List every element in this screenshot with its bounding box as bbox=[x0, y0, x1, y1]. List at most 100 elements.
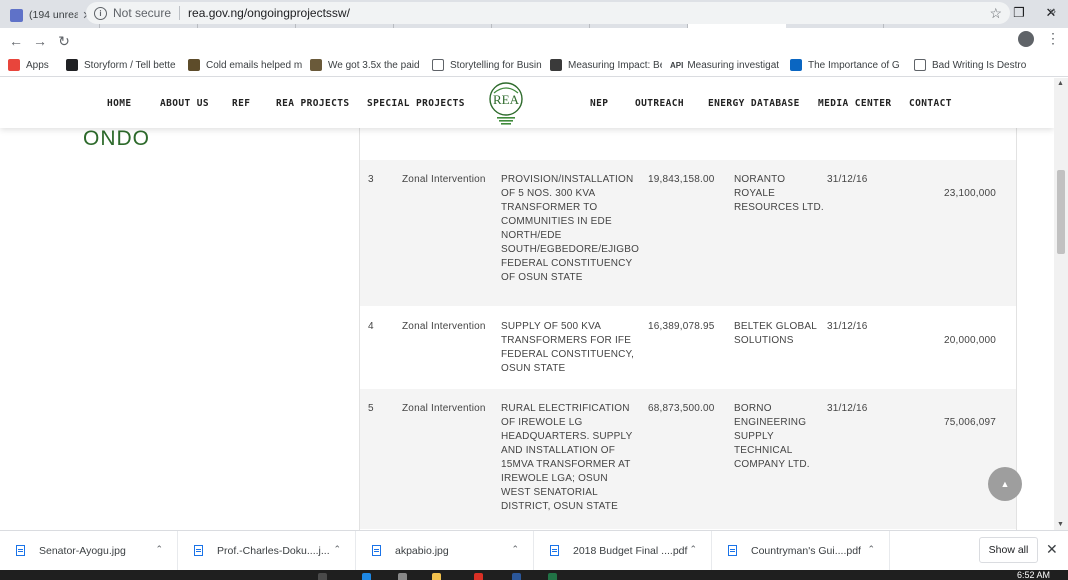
bookmark-label: We got 3.5x the paid bbox=[328, 59, 420, 71]
bookmark-item[interactable]: Measuring Impact: Be bbox=[542, 59, 662, 71]
bookmark-item[interactable]: Storyform / Tell bette bbox=[58, 59, 180, 71]
download-item[interactable]: Senator-Ayogu.jpg ⌃ bbox=[0, 530, 178, 571]
security-label: Not secure bbox=[113, 6, 172, 20]
edge-taskbar-icon[interactable] bbox=[362, 573, 371, 580]
reload-icon[interactable]: ↻ bbox=[52, 29, 76, 53]
menu-kebab-icon[interactable]: ⋮ bbox=[1046, 30, 1060, 47]
bookmark-favicon-icon bbox=[188, 59, 200, 71]
scroll-up-arrow-icon[interactable]: ▲ bbox=[1057, 80, 1064, 87]
table-row: 4 Zonal Intervention SUPPLY OF 500 KVA TRA… bbox=[360, 307, 1016, 389]
scrollbar-thumb[interactable] bbox=[1057, 170, 1065, 254]
chevron-up-icon[interactable]: ⌃ bbox=[333, 544, 341, 555]
bookmark-favicon-icon bbox=[550, 59, 562, 71]
page-viewport: REA HOME ABOUT US REF REA PROJECTS SPECIAL P… bbox=[0, 78, 1054, 530]
os-taskbar: 6:52 AM bbox=[0, 570, 1068, 580]
bookmarks-overflow-icon[interactable]: » bbox=[1049, 4, 1056, 18]
site-nav-link[interactable]: OUTREACH bbox=[635, 98, 684, 109]
bookmark-item[interactable]: Bad Writing Is Destro bbox=[906, 59, 1026, 71]
chevron-up-icon[interactable]: ⌃ bbox=[689, 544, 697, 555]
file-icon bbox=[16, 545, 25, 556]
taskbar-clock[interactable]: 6:52 AM bbox=[1017, 570, 1050, 580]
site-nav-link[interactable]: NEP bbox=[590, 98, 608, 109]
project-description: PROVISION/INSTALLATION OF 5 NOS. 300 KVA… bbox=[501, 174, 640, 283]
bookmark-label: Measuring Impact: Be bbox=[568, 59, 662, 71]
address-bar[interactable]: i Not secure rea.gov.ng/ongoingprojectss… bbox=[86, 2, 1010, 24]
download-filename: Countryman's Gui....pdf bbox=[751, 544, 861, 557]
bookmark-item[interactable]: Cold emails helped m bbox=[180, 59, 302, 71]
bookmark-label: Storytelling for Busin bbox=[450, 59, 542, 71]
download-filename: Prof.-Charles-Doku....j... bbox=[217, 544, 330, 557]
project-description: SUPPLY OF 500 KVA TRANSFORMERS FOR IFE F… bbox=[501, 321, 635, 374]
download-item[interactable]: akpabio.jpg ⌃ bbox=[356, 530, 534, 571]
download-filename: 2018 Budget Final ....pdf bbox=[573, 544, 688, 557]
project-amount: 20,000,000 bbox=[943, 335, 996, 346]
site-nav-link[interactable]: CONTACT bbox=[909, 98, 952, 109]
site-nav-link[interactable]: REA PROJECTS bbox=[276, 98, 349, 109]
bookmark-item[interactable]: The Importance of G bbox=[782, 59, 906, 71]
bookmark-item[interactable]: Storytelling for Busin bbox=[424, 59, 542, 71]
apps-bookmark[interactable]: Apps bbox=[0, 59, 58, 71]
bookmark-item[interactable]: We got 3.5x the paid bbox=[302, 59, 424, 71]
bookmark-favicon-icon bbox=[310, 59, 322, 71]
file-icon bbox=[728, 545, 737, 556]
address-separator bbox=[179, 6, 181, 20]
rea-logo-icon[interactable]: REA bbox=[486, 81, 526, 127]
chevron-up-icon[interactable]: ⌃ bbox=[867, 544, 875, 555]
page-scrollbar[interactable]: ▲ ▼ bbox=[1054, 78, 1068, 530]
search-taskbar-icon[interactable] bbox=[318, 573, 327, 580]
store-taskbar-icon[interactable] bbox=[398, 573, 407, 580]
download-filename: Senator-Ayogu.jpg bbox=[39, 544, 126, 557]
back-icon[interactable]: ← bbox=[4, 29, 28, 53]
bookmark-label: Bad Writing Is Destro bbox=[932, 59, 1026, 71]
project-type: Zonal Intervention bbox=[402, 403, 486, 414]
api-prefix: API bbox=[670, 60, 684, 70]
project-amount: 75,006,097 bbox=[943, 417, 996, 428]
file-icon bbox=[372, 545, 381, 556]
mail-icon bbox=[10, 8, 23, 22]
site-nav-link[interactable]: ABOUT US bbox=[160, 98, 209, 109]
region-heading: ONDO bbox=[83, 127, 150, 150]
info-icon[interactable]: i bbox=[94, 6, 107, 20]
bookmark-item[interactable]: API Measuring investigat bbox=[662, 60, 782, 71]
show-all-downloads-button[interactable]: Show all bbox=[979, 537, 1038, 563]
project-amount: 23,100,000 bbox=[943, 188, 996, 199]
scroll-to-top-button[interactable]: ▲ bbox=[988, 467, 1022, 501]
close-shelf-icon[interactable]: ✕ bbox=[1046, 541, 1058, 558]
scroll-down-arrow-icon[interactable]: ▼ bbox=[1057, 521, 1064, 528]
browser-tab[interactable]: (194 unread)✕ bbox=[0, 2, 100, 28]
bookmark-favicon-icon bbox=[790, 59, 802, 71]
bookmark-label: Cold emails helped m bbox=[206, 59, 302, 71]
downloads-shelf: Senator-Ayogu.jpg ⌃ Prof.-Charles-Doku....… bbox=[0, 530, 1068, 571]
project-serial: 4 bbox=[368, 321, 374, 332]
account-avatar-icon[interactable] bbox=[1018, 31, 1034, 47]
project-date: 31/12/16 bbox=[827, 403, 868, 414]
file-icon bbox=[550, 545, 559, 556]
bookmark-favicon-icon bbox=[432, 59, 444, 71]
download-item[interactable]: 2018 Budget Final ....pdf ⌃ bbox=[534, 530, 712, 571]
site-nav-link[interactable]: ENERGY DATABASE bbox=[708, 98, 800, 109]
project-date: 31/12/16 bbox=[827, 174, 868, 185]
site-navigation: REA HOME ABOUT US REF REA PROJECTS SPECIAL P… bbox=[0, 78, 1054, 128]
download-item[interactable]: Prof.-Charles-Doku....j... ⌃ bbox=[178, 530, 356, 571]
bookmark-star-icon[interactable]: ☆ bbox=[989, 5, 1002, 22]
url-text[interactable]: rea.gov.ng/ongoingprojectssw/ bbox=[188, 6, 350, 20]
site-nav-link[interactable]: REF bbox=[232, 98, 250, 109]
chevron-up-icon[interactable]: ⌃ bbox=[511, 544, 519, 555]
project-cost: 16,389,078.95 bbox=[648, 321, 715, 332]
project-type: Zonal Intervention bbox=[402, 321, 486, 332]
bookmark-label: Measuring investigat bbox=[687, 59, 780, 71]
excel-taskbar-icon[interactable] bbox=[548, 573, 557, 580]
logo-text: REA bbox=[493, 92, 520, 107]
toolbar: ← → ↻ bbox=[0, 28, 1068, 54]
download-item[interactable]: Countryman's Gui....pdf ⌃ bbox=[712, 530, 890, 571]
explorer-taskbar-icon[interactable] bbox=[432, 573, 441, 580]
bookmark-label: Apps bbox=[26, 59, 49, 71]
site-nav-link[interactable]: SPECIAL PROJECTS bbox=[367, 98, 465, 109]
word-taskbar-icon[interactable] bbox=[512, 573, 521, 580]
table-row: 3 Zonal Intervention PROVISION/INSTALLATIO… bbox=[360, 160, 1016, 306]
site-nav-link[interactable]: HOME bbox=[107, 98, 131, 109]
chrome-taskbar-icon[interactable] bbox=[474, 573, 483, 580]
site-nav-link[interactable]: MEDIA CENTER bbox=[818, 98, 891, 109]
forward-icon[interactable]: → bbox=[28, 29, 52, 53]
chevron-up-icon[interactable]: ⌃ bbox=[155, 544, 163, 555]
